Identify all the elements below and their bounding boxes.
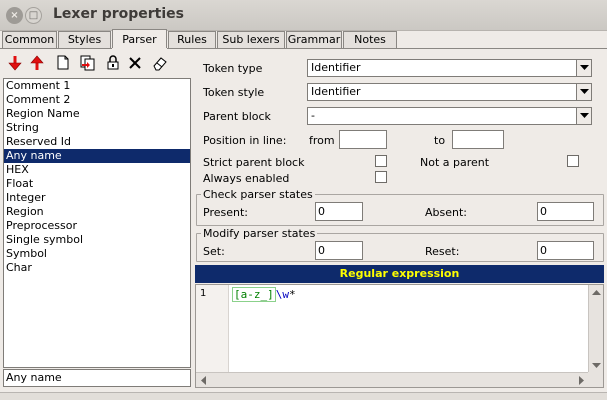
set-input[interactable]: 0 <box>315 241 363 260</box>
erase-icon <box>153 57 167 71</box>
list-item[interactable]: Char <box>4 261 190 275</box>
absent-label: Absent: <box>425 206 467 219</box>
regex-quantifier: * <box>289 288 296 301</box>
list-item[interactable]: Region Name <box>4 107 190 121</box>
tab-divider <box>0 48 607 49</box>
tab-sub-lexers[interactable]: Sub lexers <box>217 31 285 49</box>
list-item[interactable]: Comment 1 <box>4 79 190 93</box>
position-label: Position in line: <box>203 134 287 147</box>
copy-icon <box>80 55 95 71</box>
absent-input[interactable]: 0 <box>537 202 594 221</box>
token-style-value: Identifier <box>311 85 361 98</box>
maximize-window-button[interactable]: □ <box>25 7 42 24</box>
tab-divider-gap <box>112 48 167 49</box>
tab-grammar[interactable]: Grammar <box>286 31 342 49</box>
list-item[interactable]: Region <box>4 205 190 219</box>
parent-block-value: - <box>311 109 315 122</box>
tab-rules[interactable]: Rules <box>168 31 216 49</box>
token-name-field[interactable]: Any name <box>3 369 191 387</box>
new-icon <box>57 55 69 70</box>
position-from-label: from <box>309 134 335 147</box>
regex-escape: \w <box>275 288 289 301</box>
window-title: Lexer properties <box>53 6 185 22</box>
strict-parent-checkbox[interactable] <box>375 155 387 167</box>
modify-states-title: Modify parser states <box>201 227 318 240</box>
status-bar <box>0 392 607 400</box>
position-to-input[interactable] <box>452 130 504 149</box>
move-down-button[interactable] <box>6 53 26 73</box>
delete-icon <box>129 57 141 69</box>
list-item[interactable]: String <box>4 121 190 135</box>
erase-button[interactable] <box>150 53 170 73</box>
not-parent-label: Not a parent <box>420 156 490 169</box>
reset-input[interactable]: 0 <box>537 241 594 260</box>
not-parent-checkbox[interactable] <box>567 155 579 167</box>
always-enabled-checkbox[interactable] <box>375 171 387 183</box>
parent-block-select[interactable]: - <box>307 107 592 125</box>
token-style-label: Token style <box>203 86 265 99</box>
regex-code[interactable]: [a-z_] \w* <box>232 287 296 302</box>
new-button[interactable] <box>54 53 74 73</box>
scroll-up-icon[interactable] <box>590 286 603 299</box>
token-type-select[interactable]: Identifier <box>307 59 592 77</box>
regex-header: Regular expression <box>195 265 604 283</box>
token-style-select[interactable]: Identifier <box>307 83 592 101</box>
scroll-corner <box>588 372 603 387</box>
close-window-button[interactable]: × <box>6 7 23 24</box>
position-to-label: to <box>434 134 446 147</box>
always-enabled-label: Always enabled <box>203 172 290 185</box>
title-bar: × □ Lexer properties <box>0 0 607 31</box>
tab-parser[interactable]: Parser <box>112 29 167 49</box>
list-item[interactable]: Integer <box>4 191 190 205</box>
delete-button[interactable] <box>126 53 146 73</box>
set-label: Set: <box>203 245 225 258</box>
toolbar <box>4 53 190 75</box>
line-number: 1 <box>200 288 207 299</box>
line-number-gutter: 1 <box>196 285 229 373</box>
list-item[interactable]: HEX <box>4 163 190 177</box>
present-input[interactable]: 0 <box>315 202 363 221</box>
scroll-down-icon[interactable] <box>590 359 603 372</box>
check-states-title: Check parser states <box>201 188 315 201</box>
list-item[interactable]: Preprocessor <box>4 219 190 233</box>
present-label: Present: <box>203 206 248 219</box>
token-type-value: Identifier <box>311 61 361 74</box>
copy-button[interactable] <box>78 53 98 73</box>
scroll-right-icon[interactable] <box>575 374 588 387</box>
list-item[interactable]: Single symbol <box>4 233 190 247</box>
chevron-down-icon[interactable] <box>576 60 591 76</box>
strict-parent-label: Strict parent block <box>203 156 305 169</box>
parent-block-label: Parent block <box>203 110 271 123</box>
tab-bar: Common Styles Parser Rules Sub lexers Gr… <box>0 29 607 49</box>
move-up-icon <box>30 55 44 70</box>
list-item[interactable]: Comment 2 <box>4 93 190 107</box>
move-up-button[interactable] <box>28 53 48 73</box>
token-list[interactable]: Comment 1 Comment 2 Region Name String Reser… <box>3 78 191 368</box>
regex-editor[interactable]: 1 [a-z_] \w* <box>195 284 604 388</box>
list-item[interactable]: Any name <box>4 149 190 163</box>
move-down-icon <box>8 56 22 71</box>
lock-icon <box>107 55 119 70</box>
regex-char-class: [a-z_] <box>232 287 276 302</box>
scroll-left-icon[interactable] <box>197 374 210 387</box>
list-item[interactable]: Float <box>4 177 190 191</box>
tab-styles[interactable]: Styles <box>58 31 111 49</box>
list-item[interactable]: Symbol <box>4 247 190 261</box>
token-type-label: Token type <box>203 62 263 75</box>
chevron-down-icon[interactable] <box>576 84 591 100</box>
vertical-scrollbar[interactable] <box>588 285 603 373</box>
tab-notes[interactable]: Notes <box>343 31 397 49</box>
reset-label: Reset: <box>425 245 460 258</box>
tab-common[interactable]: Common <box>2 31 57 49</box>
position-from-input[interactable] <box>339 130 387 149</box>
lock-button[interactable] <box>104 53 124 73</box>
horizontal-scrollbar[interactable] <box>196 372 589 387</box>
list-item[interactable]: Reserved Id <box>4 135 190 149</box>
chevron-down-icon[interactable] <box>576 108 591 124</box>
